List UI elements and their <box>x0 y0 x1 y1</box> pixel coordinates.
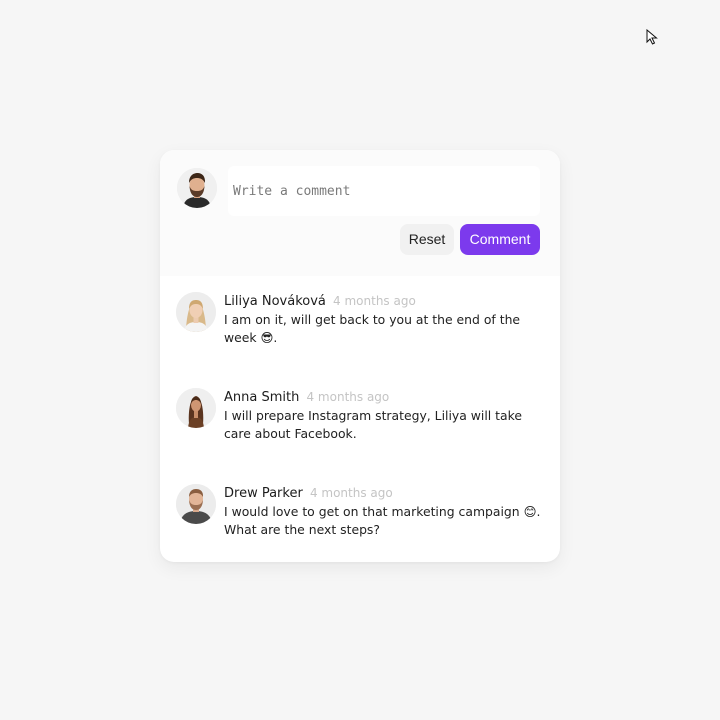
comment-text: I would love to get on that marketing ca… <box>224 504 541 537</box>
comment-author: Drew Parker <box>224 486 303 501</box>
comment-timestamp: 4 months ago <box>309 486 393 500</box>
comment-author: Liliya Nováková <box>224 294 326 309</box>
comments-card: Reset Comment Liliya Nováková 4 months a… <box>160 150 560 562</box>
author-avatar <box>176 484 216 524</box>
comment-meta: Anna Smith 4 months ago <box>224 388 389 407</box>
comment-timestamp: 4 months ago <box>333 294 416 308</box>
author-avatar <box>176 388 216 428</box>
comment-text: I am on it, will get back to you at the … <box>224 312 521 345</box>
comment-item: Liliya Nováková 4 months ago I am on it,… <box>160 292 560 388</box>
author-avatar <box>176 292 216 332</box>
comment-author: Anna Smith <box>224 390 300 405</box>
comment-composer: Reset Comment <box>160 150 560 276</box>
comment-item: Drew Parker 4 months ago I would love to… <box>160 484 560 562</box>
page: Reset Comment Liliya Nováková 4 months a… <box>0 0 720 720</box>
comment-input[interactable] <box>228 166 540 216</box>
comment-meta: Liliya Nováková 4 months ago <box>224 292 416 311</box>
comment-button[interactable]: Comment <box>460 224 540 255</box>
comment-item: Anna Smith 4 months ago I will prepare I… <box>160 388 560 484</box>
comment-timestamp: 4 months ago <box>306 390 390 404</box>
reset-button[interactable]: Reset <box>400 224 454 255</box>
comment-text: I will prepare Instagram strategy, Liliy… <box>224 408 522 441</box>
current-user-avatar <box>177 168 217 208</box>
comment-meta: Drew Parker 4 months ago <box>224 484 393 503</box>
mouse-pointer-icon <box>646 29 658 45</box>
